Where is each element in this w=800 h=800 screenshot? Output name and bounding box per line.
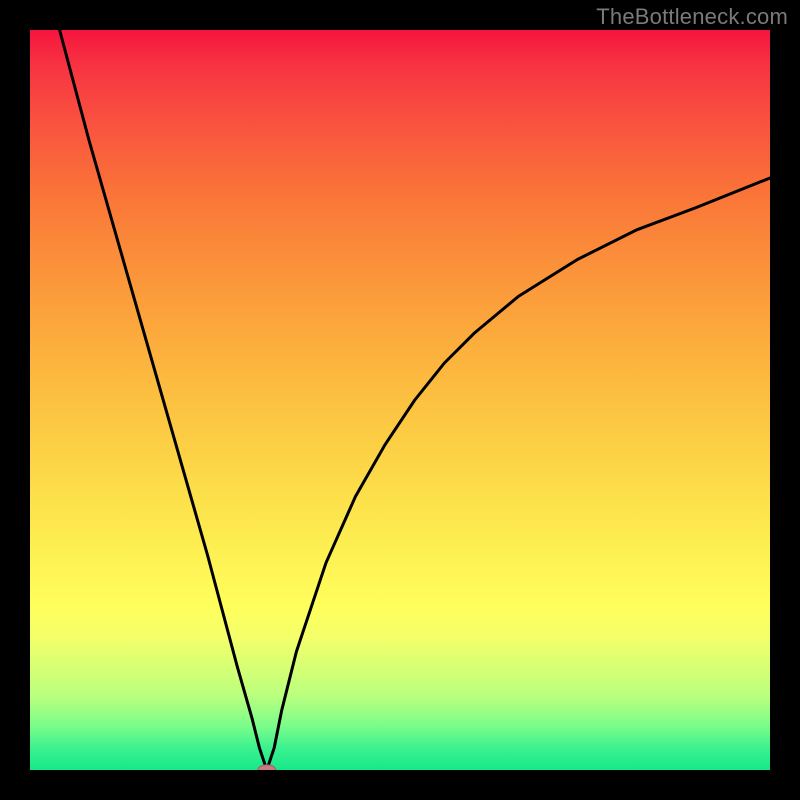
- watermark-text: TheBottleneck.com: [596, 4, 788, 30]
- chart-frame: TheBottleneck.com: [0, 0, 800, 800]
- bottleneck-curve: [60, 30, 770, 770]
- minimum-marker: [258, 765, 276, 770]
- curve-layer: [30, 30, 770, 770]
- plot-area: [30, 30, 770, 770]
